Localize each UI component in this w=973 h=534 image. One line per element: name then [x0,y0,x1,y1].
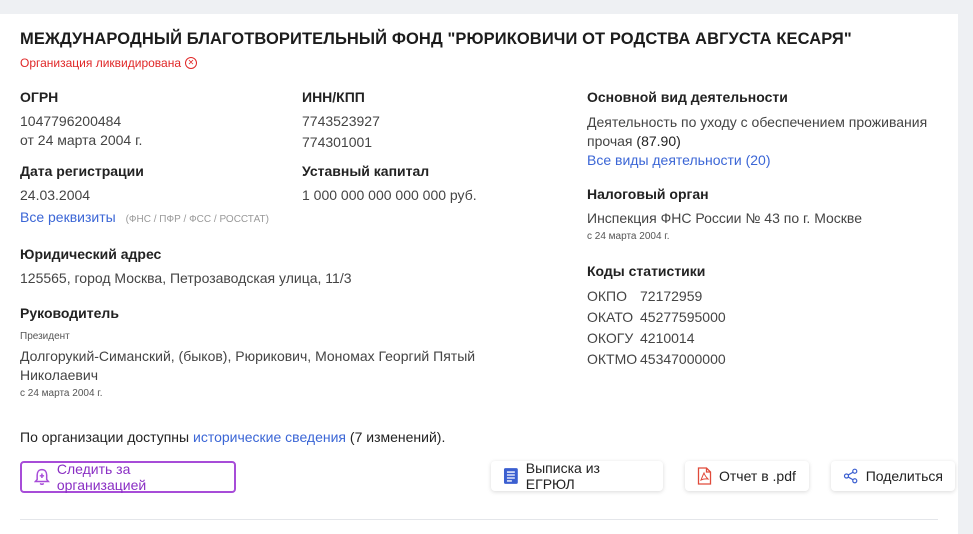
stats-row-okpo: ОКПО 72172959 [587,286,726,307]
inn-value: 7743523927 [302,113,380,129]
follow-button[interactable]: Следить за организацией [20,461,236,493]
pdf-file-icon [697,467,712,485]
requisites-note: (ФНС / ПФР / ФСС / РОССТАТ) [125,214,269,225]
reg-date-label: Дата регистрации [20,163,144,179]
bell-plus-icon [34,468,50,486]
requisites-line: Все реквизиты (ФНС / ПФР / ФСС / РОССТАТ… [20,207,269,230]
stats-code-value: 45277595000 [640,309,726,325]
follow-button-label: Следить за организацией [56,461,147,493]
activity-label: Основной вид деятельности [587,89,788,105]
stats-codes: ОКПО 72172959 ОКАТО 45277595000 ОКОГУ 42… [587,286,726,370]
pdf-report-button[interactable]: Отчет в .pdf [685,461,809,491]
status-text: Организация ликвидирована [20,56,182,70]
capital-label: Уставный капитал [302,163,430,179]
inn-label: ИНН/КПП [302,89,365,105]
stats-code-name: ОКАТО [587,309,634,325]
head-name-line2: Николаевич [20,367,98,383]
activity-line2-text: прочая [587,133,633,149]
stats-code-name: ОКПО [587,288,627,304]
tax-label: Налоговый орган [587,186,709,202]
stats-code-value: 45347000000 [640,351,726,367]
bottom-divider [20,519,938,520]
capital-value: 1 000 000 000 000 000 руб. [302,187,477,203]
address-label: Юридический адрес [20,246,162,262]
reg-date-value: 24.03.2004 [20,187,91,203]
status-line: Организация ликвидирована ✕ [20,56,198,70]
stats-code-name: ОКТМО [587,351,638,367]
kpp-value: 774301001 [302,134,373,150]
activity-code: (87.90) [636,133,681,149]
document-list-icon [503,468,518,484]
share-label: Поделиться [865,468,943,484]
address-value: 125565, город Москва, Петрозаводская ули… [20,270,352,286]
all-requisites-link[interactable]: Все реквизиты [20,209,116,225]
share-icon [843,468,858,484]
tax-date: с 24 марта 2004 г. [587,231,670,242]
all-activities-link-wrap: Все виды деятельности (20) [587,150,771,170]
close-circle-icon: ✕ [185,57,198,69]
ogrn-date: от 24 марта 2004 г. [20,132,143,148]
history-line: По организации доступны исторические све… [20,427,445,447]
stats-code-value: 72172959 [640,288,703,304]
activity-line2: прочая (87.90) [587,131,681,151]
egrul-extract-button[interactable]: Выписка из ЕГРЮЛ [491,460,663,492]
head-role: Президент [20,331,70,342]
stats-label: Коды статистики [587,263,706,279]
history-suffix: (7 изменений). [346,429,446,445]
pdf-report-label: Отчет в .pdf [719,468,796,484]
company-title: МЕЖДУНАРОДНЫЙ БЛАГОТВОРИТЕЛЬНЫЙ ФОНД "РЮ… [20,30,852,48]
stats-code-value: 4210014 [640,330,695,346]
tax-value: Инспекция ФНС России № 43 по г. Москве [587,210,862,226]
ogrn-label: ОГРН [20,89,59,105]
history-prefix: По организации доступны [20,429,193,445]
stats-row-okogu: ОКОГУ 4210014 [587,328,726,349]
ogrn-value: 1047796200484 [20,113,122,129]
all-activities-link[interactable]: Все виды деятельности (20) [587,152,771,168]
activity-line1: Деятельность по уходу с обеспечением про… [587,114,928,130]
stats-row-oktmo: ОКТМО 45347000000 [587,349,726,370]
head-date: с 24 марта 2004 г. [20,388,103,399]
history-link[interactable]: исторические сведения [193,429,346,445]
stats-row-okato: ОКАТО 45277595000 [587,307,726,328]
head-label: Руководитель [20,305,119,321]
egrul-extract-label: Выписка из ЕГРЮЛ [525,460,600,492]
head-name-line1: Долгорукий-Симанский, (быков), Рюрикович… [20,348,476,364]
share-button[interactable]: Поделиться [831,461,955,491]
stats-code-name: ОКОГУ [587,330,634,346]
company-card: МЕЖДУНАРОДНЫЙ БЛАГОТВОРИТЕЛЬНЫЙ ФОНД "РЮ… [0,14,958,534]
